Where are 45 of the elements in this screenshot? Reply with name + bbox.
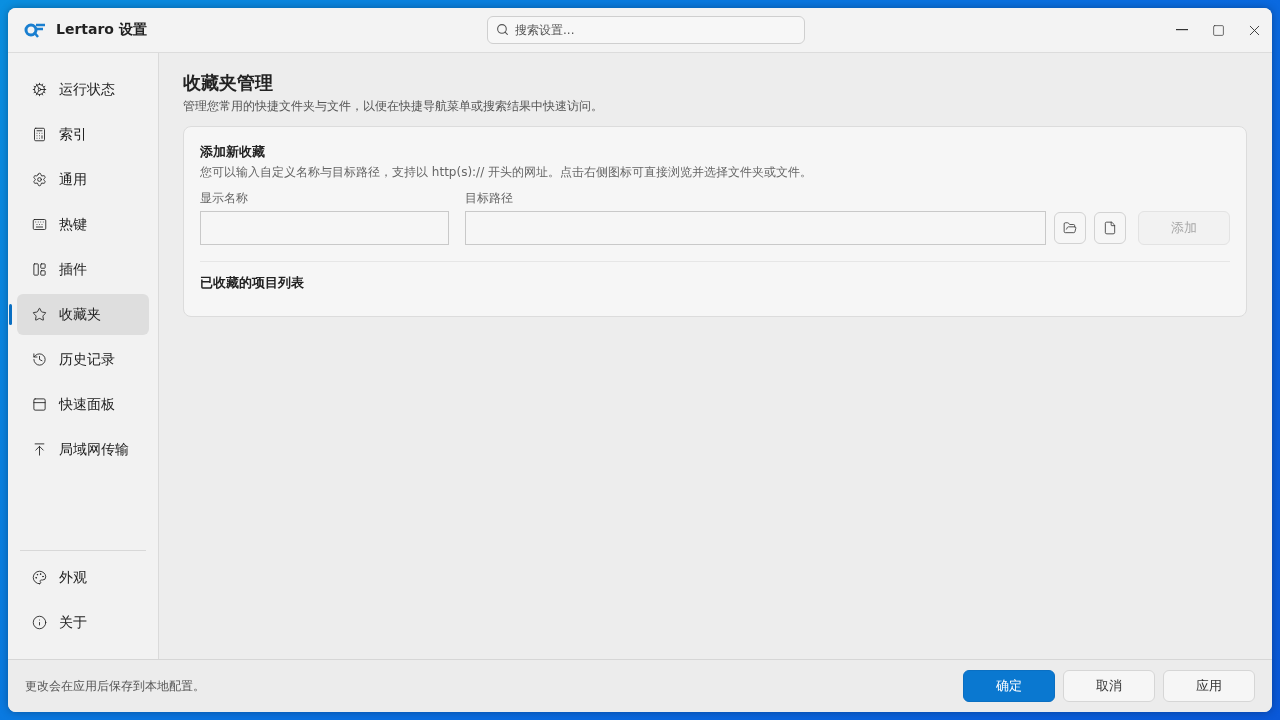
selection-indicator — [9, 304, 12, 325]
sidebar-item[interactable]: 索引 — [17, 114, 149, 155]
layout-icon — [32, 262, 47, 277]
minimize-icon — [1176, 29, 1188, 31]
sidebar-item[interactable]: 运行状态 — [17, 69, 149, 110]
dialog-button[interactable]: 确定 — [963, 670, 1055, 702]
gears-icon — [32, 82, 47, 97]
sidebar-item[interactable]: 关于 — [17, 602, 149, 643]
logo-icon — [24, 22, 46, 38]
dialog-button[interactable]: 应用 — [1163, 670, 1255, 702]
keyboard-icon — [32, 217, 47, 232]
sidebar-item[interactable]: 插件 — [17, 249, 149, 290]
sidebar-item[interactable]: 局域网传输 — [17, 429, 149, 470]
field-label: 显示名称 — [200, 190, 249, 207]
panel-icon — [32, 397, 47, 412]
dialog-button[interactable]: 取消 — [1063, 670, 1155, 702]
maximize-icon — [1211, 23, 1225, 37]
upload-icon — [32, 442, 47, 457]
search-field[interactable]: 搜索设置... — [487, 16, 805, 44]
palette-icon — [32, 570, 47, 585]
field-label: 目标路径 — [465, 190, 513, 207]
sidebar-item[interactable]: 快速面板 — [17, 384, 149, 425]
sidebar-item[interactable]: 历史记录 — [17, 339, 149, 380]
settings-icon — [32, 172, 47, 187]
info-icon — [32, 615, 47, 630]
search-icon — [496, 23, 509, 36]
file-icon — [1103, 221, 1117, 235]
browse-folder-button[interactable] — [1054, 212, 1086, 244]
folder-icon — [1063, 221, 1077, 235]
sidebar-item[interactable]: 通用 — [17, 159, 149, 200]
card-description: 您可以输入自定义名称与目标路径，支持以 http(s):// 开头的网址。点击右侧图标可直接浏览并选择文件夹或文件。 — [200, 164, 813, 181]
browse-file-button[interactable] — [1094, 212, 1126, 244]
card-title: 添加新收藏 — [200, 143, 266, 161]
history-icon — [32, 352, 47, 367]
status-text: 更改会在应用后保存到本地配置。 — [25, 677, 205, 695]
sidebar-item[interactable]: 外观 — [17, 557, 149, 598]
name-field[interactable] — [200, 211, 449, 245]
page-title: 收藏夹管理 — [183, 71, 274, 95]
section-title: 已收藏的项目列表 — [200, 274, 305, 292]
star-icon — [32, 307, 47, 322]
path-field[interactable] — [465, 211, 1046, 245]
sidebar-item[interactable]: 热键 — [17, 204, 149, 245]
page-description: 管理您常用的快捷文件夹与文件，以便在快捷导航菜单或搜索结果中快速访问。 — [183, 98, 604, 115]
window-title: Lertaro 设置 — [56, 21, 147, 39]
calculator-icon — [32, 127, 47, 142]
